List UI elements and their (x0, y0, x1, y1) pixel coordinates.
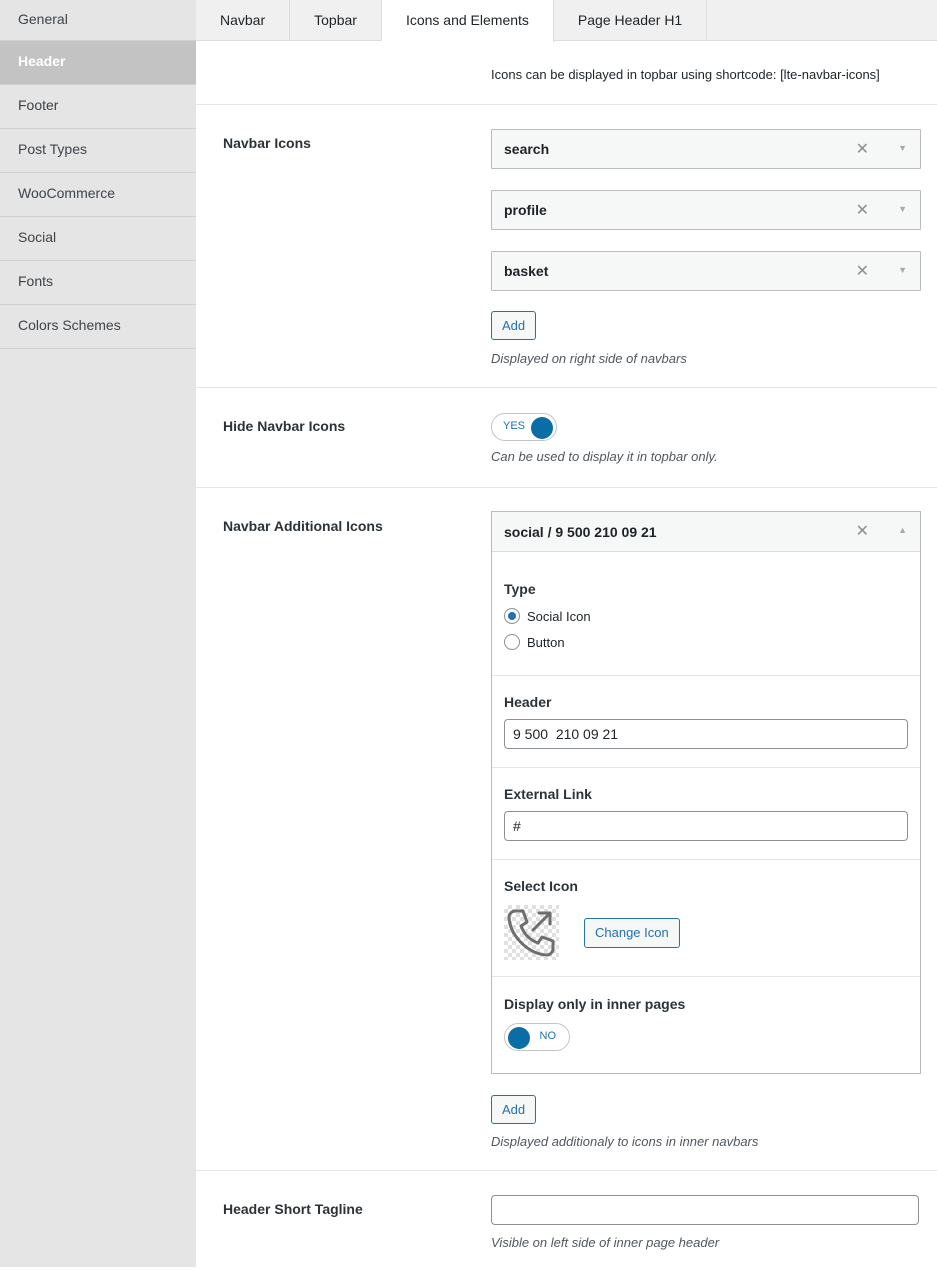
toggle-knob (531, 417, 553, 439)
sidebar-item-footer[interactable]: Footer (0, 85, 196, 129)
tab-bar: Navbar Topbar Icons and Elements Page He… (196, 0, 937, 42)
header-section: Header (492, 676, 920, 768)
toggle-knob (508, 1027, 530, 1049)
sidebar-item-general[interactable]: General (0, 0, 196, 41)
chevron-down-icon[interactable]: ▼ (898, 143, 907, 153)
inner-pages-section: Display only in inner pages NO (492, 977, 920, 1073)
phone-forwarded-icon (504, 905, 559, 960)
tagline-description: Visible on left side of inner page heade… (491, 1235, 720, 1250)
remove-icon[interactable]: ✕ (856, 261, 869, 281)
header-label: Header (504, 694, 552, 710)
tagline-row: Header Short Tagline Visible on left sid… (196, 1171, 937, 1271)
type-label: Type (504, 581, 536, 597)
external-link-section: External Link (492, 768, 920, 860)
additional-icon-item-header[interactable]: social / 9 500 210 09 21 ✕ ▲ (492, 512, 920, 552)
remove-icon[interactable]: ✕ (856, 521, 869, 541)
tab-navbar[interactable]: Navbar (196, 0, 291, 41)
sidebar-item-header[interactable]: Header (0, 41, 196, 85)
radio-button[interactable] (504, 634, 520, 650)
chevron-down-icon[interactable]: ▼ (898, 204, 907, 214)
add-additional-icon-button[interactable]: Add (491, 1095, 537, 1124)
icon-picker: Change Icon (504, 905, 908, 960)
shortcode-note: Icons can be displayed in topbar using s… (491, 67, 880, 82)
tagline-field: Visible on left side of inner page heade… (491, 1195, 921, 1250)
tagline-label: Header Short Tagline (223, 1201, 363, 1217)
select-icon-section: Select Icon Change Icon (492, 860, 920, 977)
inner-pages-toggle[interactable]: NO (504, 1023, 570, 1051)
navbar-icons-description: Displayed on right side of navbars (491, 351, 687, 366)
navbar-icon-item[interactable]: profile ✕ ▼ (491, 190, 921, 230)
additional-icon-item-title: social / 9 500 210 09 21 (504, 524, 657, 540)
add-navbar-icon-button[interactable]: Add (491, 311, 537, 340)
change-icon-button[interactable]: Change Icon (584, 917, 680, 948)
external-link-input[interactable] (504, 811, 908, 841)
navbar-icons-field: search ✕ ▼ profile ✕ ▼ basket ✕ ▼ Add Di… (491, 129, 921, 366)
type-option-button[interactable]: Button (504, 632, 908, 652)
navbar-icon-value: profile (504, 202, 547, 218)
hide-navbar-icons-toggle[interactable]: YES (491, 413, 557, 441)
navbar-icon-item[interactable]: search ✕ ▼ (491, 129, 921, 169)
sidebar-item-post-types[interactable]: Post Types (0, 129, 196, 173)
radio-button[interactable] (504, 608, 520, 624)
sidebar-item-fonts[interactable]: Fonts (0, 261, 196, 305)
tab-topbar[interactable]: Topbar (290, 0, 382, 41)
additional-icons-row: Navbar Additional Icons social / 9 500 2… (196, 488, 937, 1171)
tab-icons-and-elements[interactable]: Icons and Elements (381, 0, 554, 42)
type-section: Type Social Icon Button (492, 552, 920, 676)
inner-pages-label: Display only in inner pages (504, 996, 686, 1012)
shortcode-note-row: Icons can be displayed in topbar using s… (196, 41, 937, 105)
hide-navbar-icons-row: Hide Navbar Icons YES Can be used to dis… (196, 388, 937, 488)
sidebar-item-social[interactable]: Social (0, 217, 196, 261)
select-icon-label: Select Icon (504, 878, 578, 894)
sidebar-item-woocommerce[interactable]: WooCommerce (0, 173, 196, 217)
header-input[interactable] (504, 719, 908, 749)
settings-main: Navbar Topbar Icons and Elements Page He… (196, 0, 937, 1267)
chevron-down-icon[interactable]: ▼ (898, 265, 907, 275)
navbar-icons-row: Navbar Icons search ✕ ▼ profile ✕ ▼ bask… (196, 105, 937, 388)
external-link-label: External Link (504, 786, 592, 802)
navbar-icon-value: basket (504, 263, 549, 279)
radio-label: Social Icon (527, 608, 591, 624)
additional-icons-description: Displayed additionaly to icons in inner … (491, 1134, 759, 1149)
settings-sidebar: General Header Footer Post Types WooComm… (0, 0, 196, 1267)
navbar-icon-value: search (504, 141, 550, 157)
toggle-state-text: NO (539, 1030, 557, 1042)
toggle-state-text: YES (503, 420, 526, 432)
tab-page-header-h1[interactable]: Page Header H1 (554, 0, 708, 41)
type-option-social-icon[interactable]: Social Icon (504, 606, 908, 626)
hide-navbar-icons-field: YES Can be used to display it in topbar … (491, 413, 921, 464)
hide-navbar-icons-description: Can be used to display it in topbar only… (491, 449, 718, 464)
remove-icon[interactable]: ✕ (856, 139, 869, 159)
navbar-icon-item[interactable]: basket ✕ ▼ (491, 251, 921, 291)
navbar-icons-label: Navbar Icons (223, 135, 311, 151)
sidebar-item-colors-schemes[interactable]: Colors Schemes (0, 305, 196, 349)
radio-label: Button (527, 634, 565, 650)
tagline-input[interactable] (491, 1195, 919, 1225)
remove-icon[interactable]: ✕ (856, 200, 869, 220)
hide-navbar-icons-label: Hide Navbar Icons (223, 418, 346, 434)
additional-icons-label: Navbar Additional Icons (223, 518, 383, 534)
additional-icon-item: social / 9 500 210 09 21 ✕ ▲ Type Social… (491, 511, 921, 1074)
chevron-up-icon[interactable]: ▲ (898, 525, 907, 535)
additional-icons-field: social / 9 500 210 09 21 ✕ ▲ Type Social… (491, 511, 921, 1149)
